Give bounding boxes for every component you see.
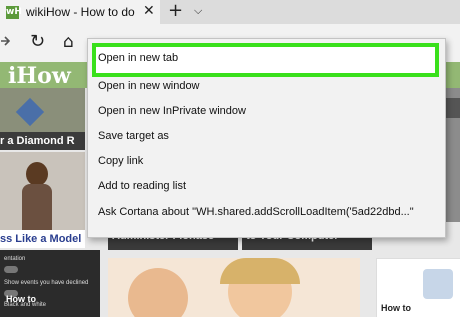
menu-item-add-to-reading-list[interactable]: Add to reading list bbox=[98, 180, 186, 192]
menu-item-open-in-new-tab[interactable]: Open in new tab bbox=[98, 52, 178, 64]
model-illustration bbox=[26, 162, 48, 186]
home-button[interactable]: ⌂ bbox=[63, 32, 74, 52]
article-title: r a Diamond R bbox=[0, 135, 75, 147]
tab-list-chevron-icon[interactable]: ⌵ bbox=[194, 4, 202, 18]
wikihow-favicon-icon: wH bbox=[6, 6, 22, 19]
article-title: ss Like a Model bbox=[0, 233, 82, 245]
close-tab-icon[interactable]: ✕ bbox=[143, 3, 155, 19]
menu-item-save-target[interactable]: Save target as bbox=[98, 130, 169, 142]
article-card-settings[interactable]: entation Show events you have declined B… bbox=[0, 250, 100, 317]
tab-bar: wH wikiHow - How to do a ✕ + ⌵ bbox=[0, 0, 460, 24]
article-card-model[interactable]: ss Like a Model bbox=[0, 152, 85, 248]
arrow-right-icon bbox=[1, 36, 11, 46]
new-tab-button[interactable]: + bbox=[168, 0, 183, 21]
diamond-illustration bbox=[15, 97, 45, 127]
article-card-diamond[interactable]: r a Diamond R bbox=[0, 88, 85, 150]
menu-item-open-inprivate[interactable]: Open in new InPrivate window bbox=[98, 105, 246, 117]
article-card-right-bottom[interactable]: How to bbox=[376, 258, 460, 317]
wikihow-logo[interactable]: iHow bbox=[8, 63, 71, 89]
person-illustration bbox=[128, 268, 188, 317]
settings-label: entation bbox=[4, 256, 26, 262]
toggle-icon bbox=[4, 266, 18, 273]
article-title: How to bbox=[6, 294, 36, 304]
forward-button[interactable] bbox=[0, 34, 11, 52]
refresh-button[interactable]: ↻ bbox=[30, 31, 45, 52]
browser-tab[interactable]: wH wikiHow - How to do a ✕ bbox=[0, 0, 160, 24]
menu-item-open-in-new-window[interactable]: Open in new window bbox=[98, 80, 200, 92]
settings-line: Show events you have declined bbox=[4, 280, 89, 286]
menu-item-ask-cortana[interactable]: Ask Cortana about "WH.shared.addScrollLo… bbox=[98, 206, 414, 218]
article-title: How to bbox=[381, 303, 411, 313]
tab-title: wikiHow - How to do a bbox=[26, 5, 138, 19]
context-menu: Open in new tab Open in new window Open … bbox=[87, 38, 446, 238]
menu-item-copy-link[interactable]: Copy link bbox=[98, 155, 143, 167]
article-card-illustration[interactable] bbox=[108, 258, 360, 317]
